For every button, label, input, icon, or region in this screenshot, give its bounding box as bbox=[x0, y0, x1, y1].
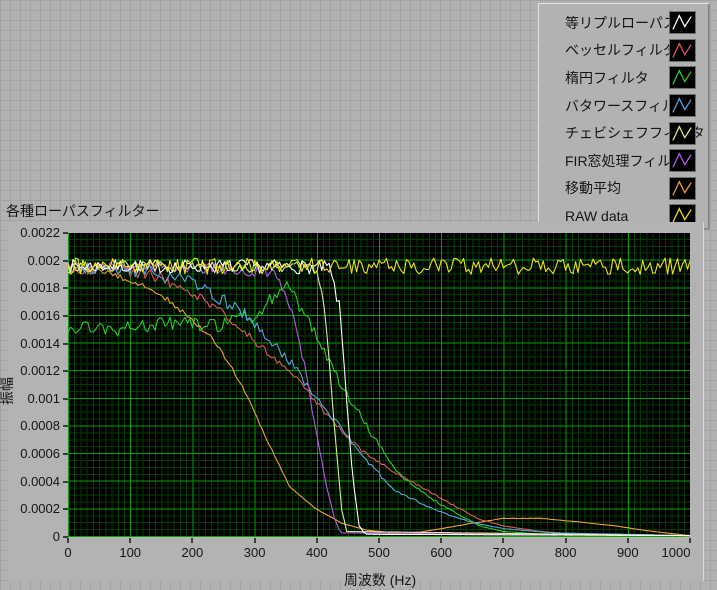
curve-3 bbox=[68, 282, 690, 536]
x-tick-label: 1000 bbox=[662, 546, 691, 560]
x-tick-label: 800 bbox=[555, 546, 577, 560]
y-tick-label: 0.0004 bbox=[2, 475, 60, 489]
legend-item[interactable]: チェビシェフフィルタ bbox=[538, 119, 709, 147]
x-tick-label: 500 bbox=[368, 546, 390, 560]
legend-item-label: 移動平均 bbox=[565, 178, 621, 198]
x-tick-label: 900 bbox=[617, 546, 639, 560]
zigzag-line-icon bbox=[673, 154, 691, 168]
legend-item-label: FIR窓処理フィルタ bbox=[565, 151, 685, 171]
y-tick-mark bbox=[63, 508, 68, 510]
plot-line-swatch[interactable] bbox=[669, 149, 696, 172]
zigzag-line-icon bbox=[673, 44, 691, 58]
zigzag-line-icon bbox=[673, 182, 691, 196]
y-tick-mark bbox=[63, 232, 68, 234]
y-tick-label: 0.0022 bbox=[2, 226, 60, 240]
plot-line-swatch[interactable] bbox=[669, 94, 696, 117]
x-tick-label: 600 bbox=[430, 546, 452, 560]
x-tick-mark bbox=[191, 538, 193, 543]
x-tick-mark bbox=[502, 538, 504, 543]
plot-legend: 等リプルローパス ベッセルフィルタ 楕円フィルタ バタワースフィルタ チェビシェ… bbox=[538, 3, 709, 229]
y-tick-label: 0 bbox=[2, 530, 60, 544]
plot-line-swatch[interactable] bbox=[669, 11, 696, 34]
y-tick-mark bbox=[63, 398, 68, 400]
y-tick-mark bbox=[63, 425, 68, 427]
y-tick-label: 0.0008 bbox=[2, 419, 60, 433]
zigzag-line-icon bbox=[673, 209, 691, 223]
y-tick-mark bbox=[63, 343, 68, 345]
x-tick-mark bbox=[378, 538, 380, 543]
y-tick-mark bbox=[63, 315, 68, 317]
y-tick-mark bbox=[63, 453, 68, 455]
x-tick-label: 300 bbox=[244, 546, 266, 560]
y-tick-mark bbox=[63, 287, 68, 289]
x-tick-label: 700 bbox=[493, 546, 515, 560]
curve-1 bbox=[68, 260, 690, 536]
legend-item[interactable]: ベッセルフィルタ bbox=[538, 37, 709, 65]
y-tick-label: 0.0018 bbox=[2, 281, 60, 295]
y-tick-label: 0.0014 bbox=[2, 337, 60, 351]
x-tick-label: 400 bbox=[306, 546, 328, 560]
x-tick-mark bbox=[440, 538, 442, 543]
y-tick-label: 0.002 bbox=[2, 254, 60, 268]
legend-item-label: ベッセルフィルタ bbox=[565, 40, 677, 60]
y-tick-mark bbox=[63, 481, 68, 483]
x-tick-mark bbox=[129, 538, 131, 543]
legend-item[interactable]: 楕円フィルタ bbox=[538, 64, 709, 92]
y-tick-label: 0.0016 bbox=[2, 309, 60, 323]
y-tick-mark bbox=[63, 260, 68, 262]
plot-line-swatch[interactable] bbox=[669, 39, 696, 62]
x-tick-label: 100 bbox=[119, 546, 141, 560]
curve-7 bbox=[68, 263, 690, 535]
y-tick-label: 0.0002 bbox=[2, 502, 60, 516]
x-tick-mark bbox=[565, 538, 567, 543]
x-tick-mark bbox=[627, 538, 629, 543]
x-axis-title: 周波数 (Hz) bbox=[310, 570, 450, 590]
plot-area[interactable] bbox=[68, 233, 690, 537]
plot-line-swatch[interactable] bbox=[669, 66, 696, 89]
curve-2 bbox=[68, 263, 690, 535]
x-tick-label: 0 bbox=[64, 546, 71, 560]
x-tick-mark bbox=[254, 538, 256, 543]
zigzag-line-icon bbox=[673, 16, 691, 30]
legend-item-label: 等リプルローパス bbox=[565, 13, 677, 33]
plot-line-swatch[interactable] bbox=[669, 122, 696, 145]
curve-4 bbox=[68, 260, 690, 536]
y-tick-label: 0.001 bbox=[2, 392, 60, 406]
zigzag-line-icon bbox=[673, 99, 691, 113]
legend-item-label: 楕円フィルタ bbox=[565, 68, 649, 88]
y-tick-mark bbox=[63, 370, 68, 372]
plot-line-swatch[interactable] bbox=[669, 177, 696, 200]
y-tick-label: 0.0012 bbox=[2, 364, 60, 378]
legend-item[interactable]: バタワースフィルタ bbox=[538, 92, 709, 120]
zigzag-line-icon bbox=[673, 126, 691, 140]
legend-item[interactable]: 移動平均 bbox=[538, 175, 709, 203]
legend-item[interactable]: FIR窓処理フィルタ bbox=[538, 147, 709, 175]
x-tick-label: 200 bbox=[182, 546, 204, 560]
legend-item[interactable]: 等リプルローパス bbox=[538, 9, 709, 37]
curve-6 bbox=[68, 262, 690, 535]
filter-curves bbox=[68, 233, 690, 537]
x-tick-mark bbox=[689, 538, 691, 543]
labview-front-panel: { "window": { "panel_bg": "#b2b2b2", "pa… bbox=[0, 0, 717, 581]
zigzag-line-icon bbox=[673, 71, 691, 85]
x-tick-mark bbox=[67, 538, 69, 543]
x-tick-mark bbox=[316, 538, 318, 543]
y-tick-label: 0.0006 bbox=[2, 447, 60, 461]
curve-5 bbox=[68, 261, 690, 536]
graph-title: 各種ローパスフィルター bbox=[6, 201, 160, 221]
